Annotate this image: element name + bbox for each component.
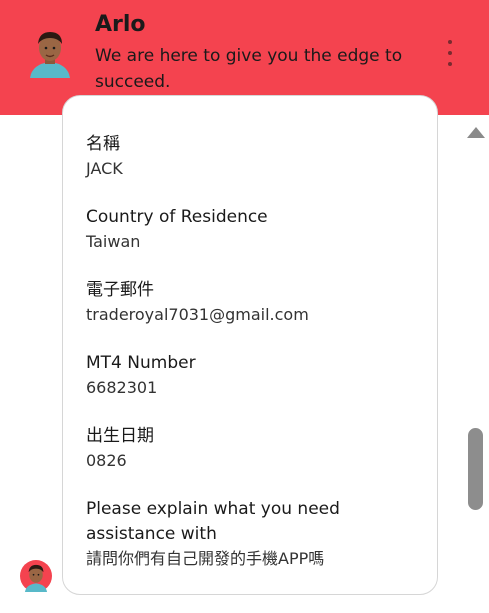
agent-avatar-icon	[20, 560, 52, 592]
field-label: 出生日期	[86, 426, 154, 446]
field-value: 0826	[86, 451, 127, 470]
form-field-country: Country of Residence Taiwan	[86, 205, 437, 254]
field-value: traderoyal7031@gmail.com	[86, 305, 309, 324]
form-field-assistance: Please explain what you need assistance …	[86, 497, 437, 571]
field-label: 電子郵件	[86, 280, 154, 300]
field-value: JACK	[86, 159, 123, 178]
field-label: Country of Residence	[86, 207, 268, 227]
form-field-birthdate: 出生日期 0826	[86, 424, 437, 473]
more-vertical-icon[interactable]	[440, 40, 460, 66]
field-value: 6682301	[86, 378, 158, 397]
field-value: Taiwan	[86, 232, 141, 251]
form-field-mt4-number: MT4 Number 6682301	[86, 351, 437, 400]
agent-name: Arlo	[95, 12, 146, 37]
scrollbar-thumb[interactable]	[468, 428, 483, 510]
user-message-bubble: 名稱 JACK Country of Residence Taiwan 電子郵件…	[62, 95, 438, 595]
form-field-email: 電子郵件 traderoyal7031@gmail.com	[86, 278, 437, 327]
chat-transcript[interactable]: 名稱 JACK Country of Residence Taiwan 電子郵件…	[0, 95, 489, 613]
agent-avatar-icon	[30, 32, 70, 78]
field-value: 請問你們有自己開發的手機APP嗎	[86, 549, 325, 568]
menu-dot	[448, 62, 452, 66]
field-label: Please explain what you need assistance …	[86, 499, 340, 544]
field-label: MT4 Number	[86, 353, 196, 373]
scroll-up-arrow-icon[interactable]	[467, 127, 485, 138]
field-label: 名稱	[86, 134, 120, 154]
form-field-name: 名稱 JACK	[86, 132, 437, 181]
menu-dot	[448, 51, 452, 55]
agent-tagline: We are here to give you the edge to succ…	[95, 46, 403, 92]
menu-dot	[448, 40, 452, 44]
